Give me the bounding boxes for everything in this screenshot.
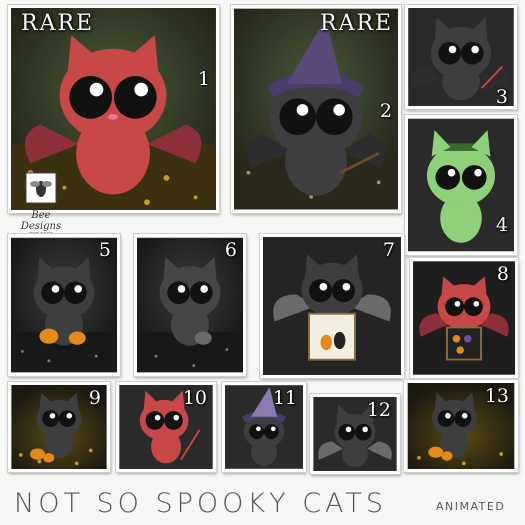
brand-name: Bee Designs [20, 210, 62, 232]
product-tile-12[interactable]: 12 [310, 394, 400, 474]
tile-number: 2 [379, 100, 392, 122]
tile-number: 12 [366, 399, 391, 421]
product-tile-9[interactable]: 9 [8, 382, 110, 472]
page-title: NOT SO SPOOKY CATS [14, 488, 388, 519]
product-tile-2[interactable]: RARE 2 [231, 5, 401, 213]
product-tile-4[interactable]: 4 [405, 115, 517, 255]
tile-number: 8 [496, 263, 509, 285]
tile-number: 3 [495, 86, 508, 108]
tile-number: 11 [272, 387, 297, 409]
product-tile-10[interactable]: 10 [116, 382, 216, 472]
product-tile-3[interactable]: 3 [405, 5, 517, 109]
rare-badge: RARE [320, 11, 394, 36]
product-tile-13[interactable]: 13 [404, 380, 518, 472]
product-tile-6[interactable]: 6 [134, 234, 246, 376]
product-tile-5[interactable]: 5 [8, 234, 120, 376]
tile-number: 10 [182, 387, 207, 409]
page-subtitle: ANIMATED [436, 500, 506, 513]
tile-number: 4 [495, 214, 508, 236]
tile-number: 5 [98, 239, 111, 261]
bee-emblem-icon [25, 172, 57, 204]
tile-number: 1 [197, 68, 210, 90]
tile-number: 7 [382, 239, 395, 261]
product-tile-11[interactable]: 11 [222, 382, 306, 472]
tile-number: 9 [88, 387, 101, 409]
black-bat-cat-with-sign-image [263, 237, 401, 375]
black-witch-hat-cat-image [234, 8, 398, 210]
product-tile-8[interactable]: 8 [410, 258, 518, 378]
product-tile-7[interactable]: 7 [260, 234, 404, 378]
rare-badge: RARE [21, 11, 95, 36]
tile-number: 6 [224, 239, 237, 261]
tile-number: 13 [484, 385, 509, 407]
